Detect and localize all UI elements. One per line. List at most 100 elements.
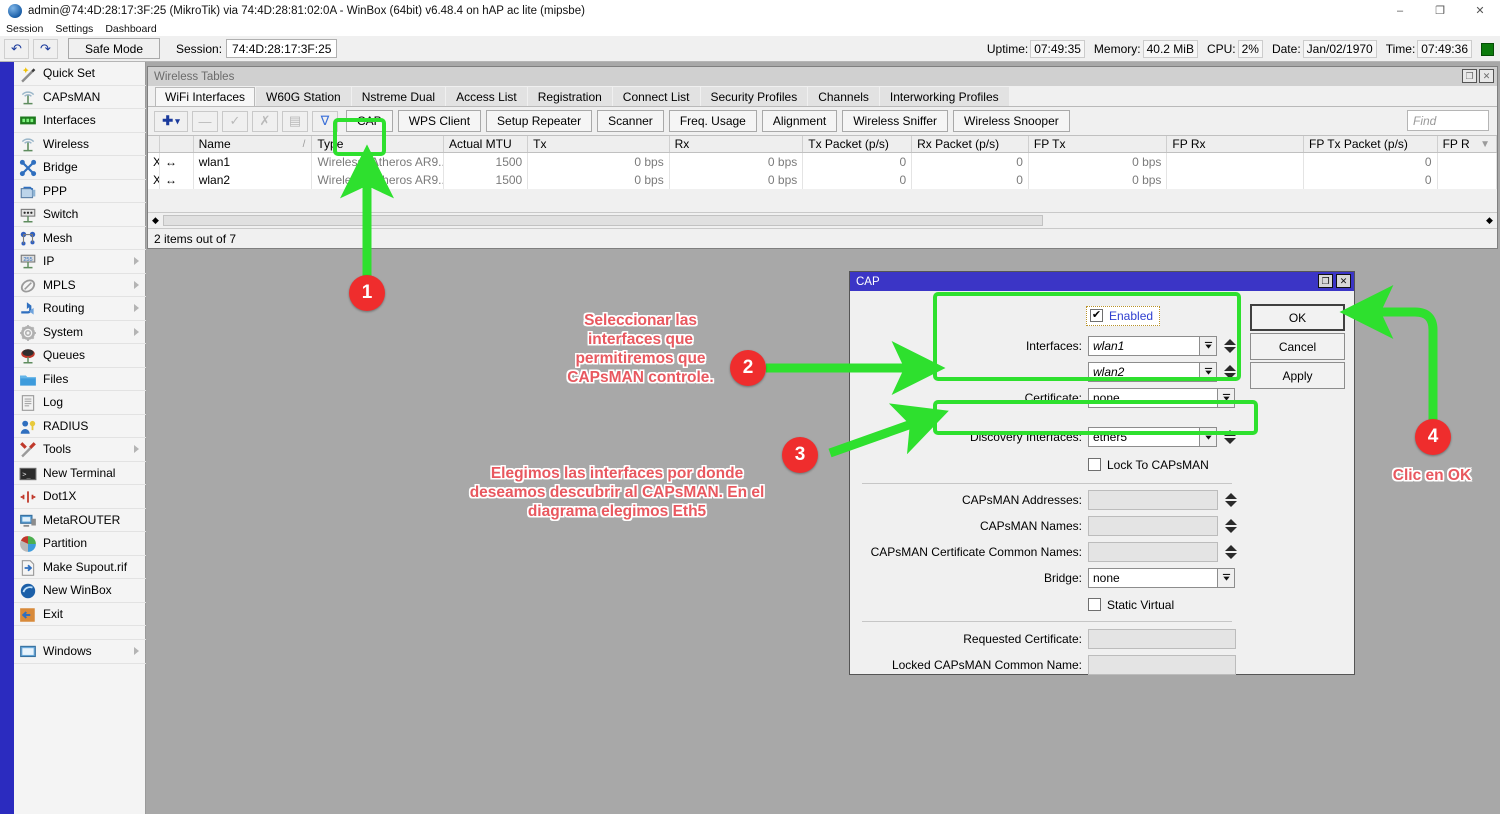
sidebar-item-interfaces[interactable]: Interfaces (14, 109, 146, 133)
discovery-interfaces-spinner[interactable] (1222, 427, 1237, 447)
static-virtual-checkbox[interactable] (1088, 598, 1101, 611)
table-row[interactable]: X↔wlan2Wireless (Atheros AR9...15000 bps… (148, 171, 1497, 189)
wireless-snooper-button[interactable]: Wireless Snooper (953, 110, 1070, 132)
interfaces-spinner-1[interactable] (1222, 336, 1237, 356)
enabled-focus-box[interactable]: ✔ Enabled (1086, 306, 1160, 326)
cap-close-button[interactable]: ✕ (1336, 274, 1351, 288)
column-header-fp-tx[interactable]: FP Tx (1029, 136, 1168, 152)
lock-to-capsman-checkbox[interactable] (1088, 458, 1101, 471)
sidebar-item-quick-set[interactable]: Quick Set (14, 62, 146, 86)
redo-icon[interactable]: ↷ (33, 39, 58, 59)
capsman-cert-common-names-value[interactable] (1088, 542, 1218, 562)
scrollbar-thumb[interactable] (163, 215, 1043, 226)
column-header-actual-mtu[interactable]: Actual MTU (444, 136, 528, 152)
setup-repeater-button[interactable]: Setup Repeater (486, 110, 592, 132)
capsman-addresses-spinner[interactable] (1223, 490, 1238, 510)
interfaces-dropdown-2[interactable] (1200, 362, 1217, 382)
tab-security-profiles[interactable]: Security Profiles (701, 87, 808, 106)
column-header-rx-packet-p-s-[interactable]: Rx Packet (p/s) (912, 136, 1029, 152)
ok-button[interactable]: OK (1250, 304, 1345, 331)
tab-connect-list[interactable]: Connect List (613, 87, 700, 106)
scroll-left-icon[interactable]: ◆ (148, 213, 163, 228)
static-virtual-row[interactable]: Static Virtual (1088, 594, 1174, 615)
menu-item-settings[interactable]: Settings (55, 23, 93, 35)
sidebar-item-dot1x[interactable]: Dot1X (14, 485, 146, 509)
column-header-blank-0[interactable] (148, 136, 160, 152)
interfaces-value-1[interactable]: wlan1 (1088, 336, 1200, 356)
disable-button[interactable]: ✗ (252, 111, 278, 132)
locked-capsman-common-name-value[interactable] (1088, 655, 1236, 675)
sidebar-item-capsman[interactable]: CAPsMAN (14, 86, 146, 110)
sidebar-item-system[interactable]: System (14, 321, 146, 345)
sidebar-item-files[interactable]: Files (14, 368, 146, 392)
wireless-sniffer-button[interactable]: Wireless Sniffer (842, 110, 948, 132)
capsman-addresses-value[interactable] (1088, 490, 1218, 510)
maximize-button[interactable]: ❐ (1420, 0, 1460, 21)
sidebar-item-bridge[interactable]: Bridge (14, 156, 146, 180)
interfaces-value-2[interactable]: wlan2 (1088, 362, 1200, 382)
column-header-name[interactable]: Name/ (194, 136, 313, 152)
table-row[interactable]: X↔wlan1Wireless (Atheros AR9...15000 bps… (148, 153, 1497, 171)
column-chooser-icon[interactable]: ▼ (1480, 139, 1490, 150)
column-header-fp-tx-packet-p-s-[interactable]: FP Tx Packet (p/s) (1304, 136, 1438, 152)
cap-button[interactable]: CAP (346, 110, 393, 132)
lock-to-capsman-row[interactable]: Lock To CAPsMAN (1088, 454, 1209, 475)
menu-item-session[interactable]: Session (6, 23, 43, 35)
cancel-button[interactable]: Cancel (1250, 333, 1345, 360)
scanner-button[interactable]: Scanner (597, 110, 664, 132)
sidebar-item-log[interactable]: Log (14, 391, 146, 415)
column-header-fp-r[interactable]: FP R▼ (1438, 136, 1497, 152)
sidebar-item-wireless[interactable]: Wireless (14, 133, 146, 157)
cap-restore-button[interactable]: ❐ (1318, 274, 1333, 288)
column-header-tx[interactable]: Tx (528, 136, 670, 152)
tab-access-list[interactable]: Access List (446, 87, 527, 106)
close-button[interactable]: ✕ (1460, 0, 1500, 21)
comment-button[interactable]: ▤ (282, 111, 308, 132)
discovery-interfaces-dropdown[interactable] (1200, 427, 1217, 447)
sidebar-item-queues[interactable]: Queues (14, 344, 146, 368)
bridge-dropdown[interactable] (1218, 568, 1235, 588)
capsman-names-value[interactable] (1088, 516, 1218, 536)
scroll-right-icon[interactable]: ◆ (1482, 213, 1497, 228)
sidebar-item-routing[interactable]: Routing (14, 297, 146, 321)
column-header-rx[interactable]: Rx (670, 136, 804, 152)
sidebar-item-mpls[interactable]: MPLS (14, 274, 146, 298)
freq-usage-button[interactable]: Freq. Usage (669, 110, 757, 132)
sidebar-item-make-supout-rif[interactable]: Make Supout.rif (14, 556, 146, 580)
sidebar-item-tools[interactable]: Tools (14, 438, 146, 462)
enabled-checkbox[interactable]: ✔ (1090, 309, 1103, 322)
interfaces-spinner-2[interactable] (1222, 362, 1237, 382)
tab-interworking-profiles[interactable]: Interworking Profiles (880, 87, 1009, 106)
column-header-fp-rx[interactable]: FP Rx (1167, 136, 1304, 152)
sidebar-item-new-terminal[interactable]: >_New Terminal (14, 462, 146, 486)
enable-button[interactable]: ✓ (222, 111, 248, 132)
tab-nstreme-dual[interactable]: Nstreme Dual (352, 87, 445, 106)
sidebar-item-mesh[interactable]: Mesh (14, 227, 146, 251)
horizontal-scrollbar[interactable]: ◆ ◆ (148, 212, 1497, 227)
sidebar-item-ppp[interactable]: PPP (14, 180, 146, 204)
certificate-dropdown[interactable] (1218, 388, 1235, 408)
sidebar-item-partition[interactable]: Partition (14, 532, 146, 556)
wt-close-button[interactable]: ✕ (1479, 69, 1494, 83)
sidebar-item-windows[interactable]: Windows (14, 640, 146, 664)
filter-icon[interactable]: ∇ (312, 111, 338, 132)
sidebar-item-switch[interactable]: Switch (14, 203, 146, 227)
certificate-value[interactable]: none (1088, 388, 1218, 408)
sidebar-item-radius[interactable]: RADIUS (14, 415, 146, 439)
capsman-names-spinner[interactable] (1223, 516, 1238, 536)
wps-client-button[interactable]: WPS Client (398, 110, 481, 132)
column-header-tx-packet-p-s-[interactable]: Tx Packet (p/s) (803, 136, 912, 152)
sidebar-item-metarouter[interactable]: MetaROUTER (14, 509, 146, 533)
interfaces-dropdown-1[interactable] (1200, 336, 1217, 356)
undo-icon[interactable]: ↶ (4, 39, 29, 59)
requested-certificate-value[interactable] (1088, 629, 1236, 649)
find-input[interactable]: Find (1407, 110, 1489, 131)
tab-channels[interactable]: Channels (808, 87, 879, 106)
remove-button[interactable]: — (192, 111, 218, 132)
column-header-type[interactable]: Type (312, 136, 444, 152)
safe-mode-button[interactable]: Safe Mode (68, 38, 160, 59)
tab-wifi-interfaces[interactable]: WiFi Interfaces (155, 87, 255, 106)
sidebar-item-new-winbox[interactable]: New WinBox (14, 579, 146, 603)
tab-w60g-station[interactable]: W60G Station (256, 87, 351, 106)
apply-button[interactable]: Apply (1250, 362, 1345, 389)
